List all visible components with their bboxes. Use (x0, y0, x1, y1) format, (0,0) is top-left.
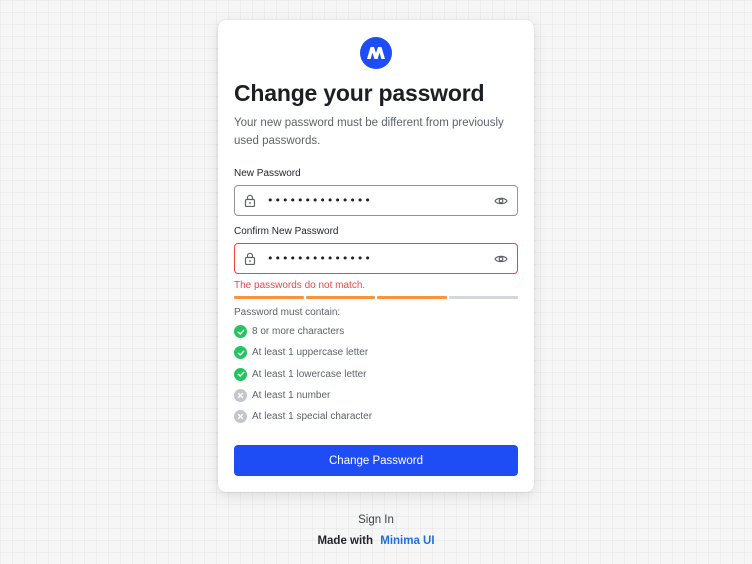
requirement-text: 8 or more characters (252, 326, 345, 338)
brand-logo-icon (360, 37, 392, 69)
requirement-text: At least 1 number (252, 390, 331, 402)
requirements-list: 8 or more characters At least 1 uppercase… (234, 321, 372, 427)
check-circle-icon (234, 346, 247, 360)
requirement-item: At least 1 lowercase letter (234, 364, 372, 385)
requirement-item: At least 1 uppercase letter (234, 342, 372, 363)
strength-segment (234, 296, 304, 299)
lock-icon (243, 194, 257, 208)
requirement-text: At least 1 lowercase letter (252, 368, 367, 380)
m-logo-glyph (367, 47, 385, 59)
change-password-card: Change your password Your new password m… (218, 20, 534, 492)
requirement-item: At least 1 number (234, 385, 372, 406)
requirement-text: At least 1 special character (252, 411, 373, 423)
new-password-field[interactable]: •••••••••••••• (234, 185, 518, 216)
requirement-item: 8 or more characters (234, 321, 372, 342)
check-circle-icon (234, 367, 247, 381)
made-with-text: Made with (317, 535, 374, 547)
page-title: Change your password (234, 80, 485, 106)
check-circle-icon (234, 325, 247, 339)
requirement-text: At least 1 uppercase letter (252, 347, 369, 359)
footer-credit: Made with Minima UI (0, 535, 752, 547)
change-password-button[interactable]: Change Password (234, 445, 518, 476)
sign-in-link[interactable]: Sign In (0, 514, 752, 526)
new-password-label: New Password (234, 168, 301, 179)
x-circle-icon (234, 410, 247, 424)
eye-icon[interactable] (493, 251, 509, 267)
lock-icon (243, 252, 257, 266)
confirm-password-label: Confirm New Password (234, 226, 339, 237)
requirements-title: Password must contain: (234, 307, 341, 318)
password-strength-meter (234, 296, 518, 299)
confirm-password-value[interactable]: •••••••••••••• (267, 252, 493, 265)
strength-segment (377, 296, 447, 299)
confirm-password-field[interactable]: •••••••••••••• (234, 243, 518, 274)
strength-segment (448, 296, 518, 299)
strength-segment (305, 296, 375, 299)
brand-link[interactable]: Minima UI (380, 535, 434, 547)
new-password-value[interactable]: •••••••••••••• (267, 194, 493, 207)
password-mismatch-error: The passwords do not match. (234, 280, 366, 291)
requirement-item: At least 1 special character (234, 406, 372, 427)
page-subtitle: Your new password must be different from… (234, 117, 504, 147)
eye-icon[interactable] (493, 193, 509, 209)
x-circle-icon (234, 389, 247, 403)
